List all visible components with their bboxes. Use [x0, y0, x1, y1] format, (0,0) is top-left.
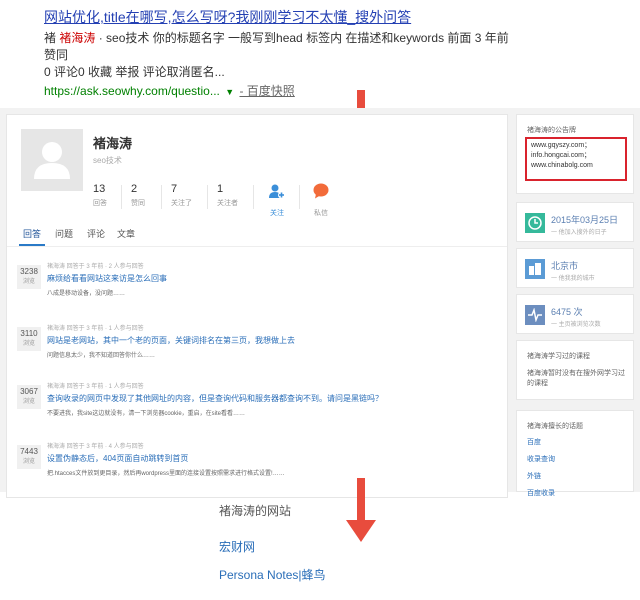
- question-title-link[interactable]: 设置伪静态后，404页面自动跳转到首页: [47, 453, 188, 464]
- topics-title: 褚海涛擅长的话题: [527, 423, 583, 430]
- search-result: 网站优化,title在哪写,怎么写呀?我刚刚学习不太懂_搜外问答 褚 褚海涛 ·…: [44, 8, 604, 100]
- message-button[interactable]: 私信: [301, 183, 341, 218]
- answer-meta: 褚海涛 回答于 3 年前 · 4 人参与回答: [47, 444, 144, 450]
- site-link-persona-notes[interactable]: Persona Notes|蜂鸟: [219, 566, 326, 583]
- message-icon: [313, 183, 329, 199]
- announcement-card: 褚海涛的公告牌 www.gqyszy.com； info.hongcai.com…: [516, 114, 634, 194]
- pulse-icon: [525, 305, 545, 325]
- stat-label: 关注了: [171, 200, 192, 207]
- answer-excerpt: 不要进我，我site这边就没有，清一下浏览器cookie，重启，在site看看……: [47, 411, 246, 417]
- stat-num: 1: [217, 183, 224, 195]
- search-result-url[interactable]: https://ask.seowhy.com/questio...: [44, 84, 220, 98]
- stat-answers[interactable]: 13 回答: [93, 183, 133, 208]
- visits-caption: 一 主页被浏览次数: [551, 322, 601, 328]
- topics-list: 百度 收录查询 外链 百度收录: [527, 437, 555, 505]
- divider: [121, 185, 122, 209]
- courses-text: 褚海涛暂时没有在搜外网学习过的课程: [527, 370, 625, 387]
- profile-name: 褚海涛: [93, 136, 133, 151]
- tab-answers[interactable]: 回答: [23, 227, 41, 240]
- follow-label: 关注: [270, 210, 284, 217]
- site-line: www.gqyszy.com；: [531, 142, 592, 149]
- snapshot-link[interactable]: - 百度快照: [239, 84, 294, 98]
- topic-link[interactable]: 外链: [527, 471, 555, 481]
- divider: [207, 185, 208, 209]
- topic-link[interactable]: 百度: [527, 437, 555, 447]
- city-icon: [525, 259, 545, 279]
- abstract-line2: 0 评论0 收藏 举报 评论取消匿名...: [44, 65, 225, 79]
- courses-card: 褚海涛学习过的课程 褚海涛暂时没有在搜外网学习过的课程: [516, 340, 634, 400]
- announcement-title: 褚海涛的公告牌: [527, 127, 576, 134]
- visits-value: 6475 次: [551, 307, 583, 317]
- abstract-text: · seo技术 你的标题名字 一般写到head 标签内 在描述和keywords…: [44, 31, 509, 62]
- highlighted-sites-box: www.gqyszy.com； info.hongcai.com； www.ch…: [525, 137, 627, 181]
- sites-title: 褚海涛的网站: [219, 504, 292, 518]
- stat-followers[interactable]: 1 关注者: [217, 183, 257, 208]
- stat-num: 7: [171, 183, 178, 195]
- active-tab-indicator: [19, 244, 45, 246]
- profile-tabs: 回答 问题 评论 文章: [7, 223, 507, 247]
- avatar: [21, 129, 83, 191]
- topic-link[interactable]: 百度收录: [527, 488, 555, 498]
- visits-card: 6475 次 一 主页被浏览次数: [516, 294, 634, 334]
- view-count-badge: 3110 浏览: [17, 327, 41, 351]
- follow-button[interactable]: 关注: [257, 183, 297, 218]
- view-count-badge: 3067 浏览: [17, 385, 41, 409]
- view-count-badge: 3238 浏览: [17, 265, 41, 289]
- answer-meta: 褚海涛 回答于 3 年前 · 1 人参与回答: [47, 326, 144, 332]
- stat-following[interactable]: 7 关注了: [171, 183, 211, 208]
- question-title-link[interactable]: 查询收录的网页中发现了其他网址的内容，但是查询代码和服务器都查询不到。请问是黑链…: [47, 393, 383, 404]
- divider: [253, 185, 254, 209]
- search-result-url-row: https://ask.seowhy.com/questio... ▼ - 百度…: [44, 83, 604, 100]
- answer-excerpt: 八成是移动设备，没问题……: [47, 291, 126, 297]
- site-link-hongcai[interactable]: 宏财网: [219, 538, 255, 555]
- profile-screenshot: 褚海涛 seo技术 13 回答 2 赞同 7 关注了 1 关注者 关注 私信 回…: [0, 108, 640, 498]
- courses-title: 褚海涛学习过的课程: [527, 353, 590, 360]
- tab-articles[interactable]: 文章: [117, 227, 135, 240]
- stat-num: 13: [93, 183, 106, 195]
- stat-label: 回答: [93, 200, 107, 207]
- site-line: info.hongcai.com；: [531, 152, 591, 159]
- url-dropdown-icon[interactable]: ▼: [225, 87, 234, 97]
- clock-icon: [525, 213, 545, 233]
- stat-label: 关注者: [217, 200, 238, 207]
- stat-agrees[interactable]: 2 赞同: [131, 183, 171, 208]
- site-line: www.chinabolg.com: [531, 162, 593, 169]
- answer-meta: 褚海涛 回答于 3 年前 · 1 人参与回答: [47, 384, 144, 390]
- topic-link[interactable]: 收录查询: [527, 454, 555, 464]
- view-count-badge: 7443 浏览: [17, 445, 41, 469]
- red-arrow-bottom-icon: [346, 478, 376, 548]
- tab-comments[interactable]: 评论: [87, 227, 105, 240]
- user-silhouette-icon: [34, 142, 70, 179]
- stat-label: 赞同: [131, 200, 145, 207]
- topics-card: 褚海涛擅长的话题 百度 收录查询 外链 百度收录: [516, 410, 634, 497]
- abstract-highlight: 褚海涛: [59, 31, 96, 45]
- profile-tag: seo技术: [93, 156, 122, 165]
- city-card: 北京市 一 他我我的城市: [516, 248, 634, 288]
- search-result-abstract: 褚 褚海涛 · seo技术 你的标题名字 一般写到head 标签内 在描述和ke…: [44, 30, 514, 81]
- follow-icon: [269, 184, 285, 199]
- city-caption: 一 他我我的城市: [551, 276, 595, 282]
- question-title-link[interactable]: 网站是老网站，其中一个老的页面，关键词排名在第三页，我想做上去: [47, 335, 295, 346]
- search-result-title[interactable]: 网站优化,title在哪写,怎么写呀?我刚刚学习不太懂_搜外问答: [44, 8, 604, 26]
- tab-questions[interactable]: 问题: [55, 227, 73, 240]
- divider: [161, 185, 162, 209]
- profile-main-panel: 褚海涛 seo技术 13 回答 2 赞同 7 关注了 1 关注者 关注 私信 回…: [6, 114, 508, 498]
- stat-num: 2: [131, 183, 138, 195]
- answer-excerpt: 把.htacces文件放到更目录，然后再wordpress里面的连接设置按照需求…: [47, 471, 285, 477]
- joined-date: 2015年03月25日: [551, 215, 619, 225]
- question-title-link[interactable]: 麻烦给看看网站这来访是怎么回事: [47, 273, 167, 284]
- joined-caption: 一 他加入搜外的日子: [551, 230, 607, 236]
- message-label: 私信: [314, 210, 328, 217]
- city-value: 北京市: [551, 261, 579, 271]
- joined-date-card: 2015年03月25日 一 他加入搜外的日子: [516, 202, 634, 242]
- abstract-prefix: 褚: [44, 31, 60, 45]
- answer-excerpt: 问题信息太少，我不知道回答你什么……: [47, 353, 156, 359]
- answer-meta: 褚海涛 回答于 3 年前 · 2 人参与回答: [47, 264, 144, 270]
- divider: [299, 185, 300, 209]
